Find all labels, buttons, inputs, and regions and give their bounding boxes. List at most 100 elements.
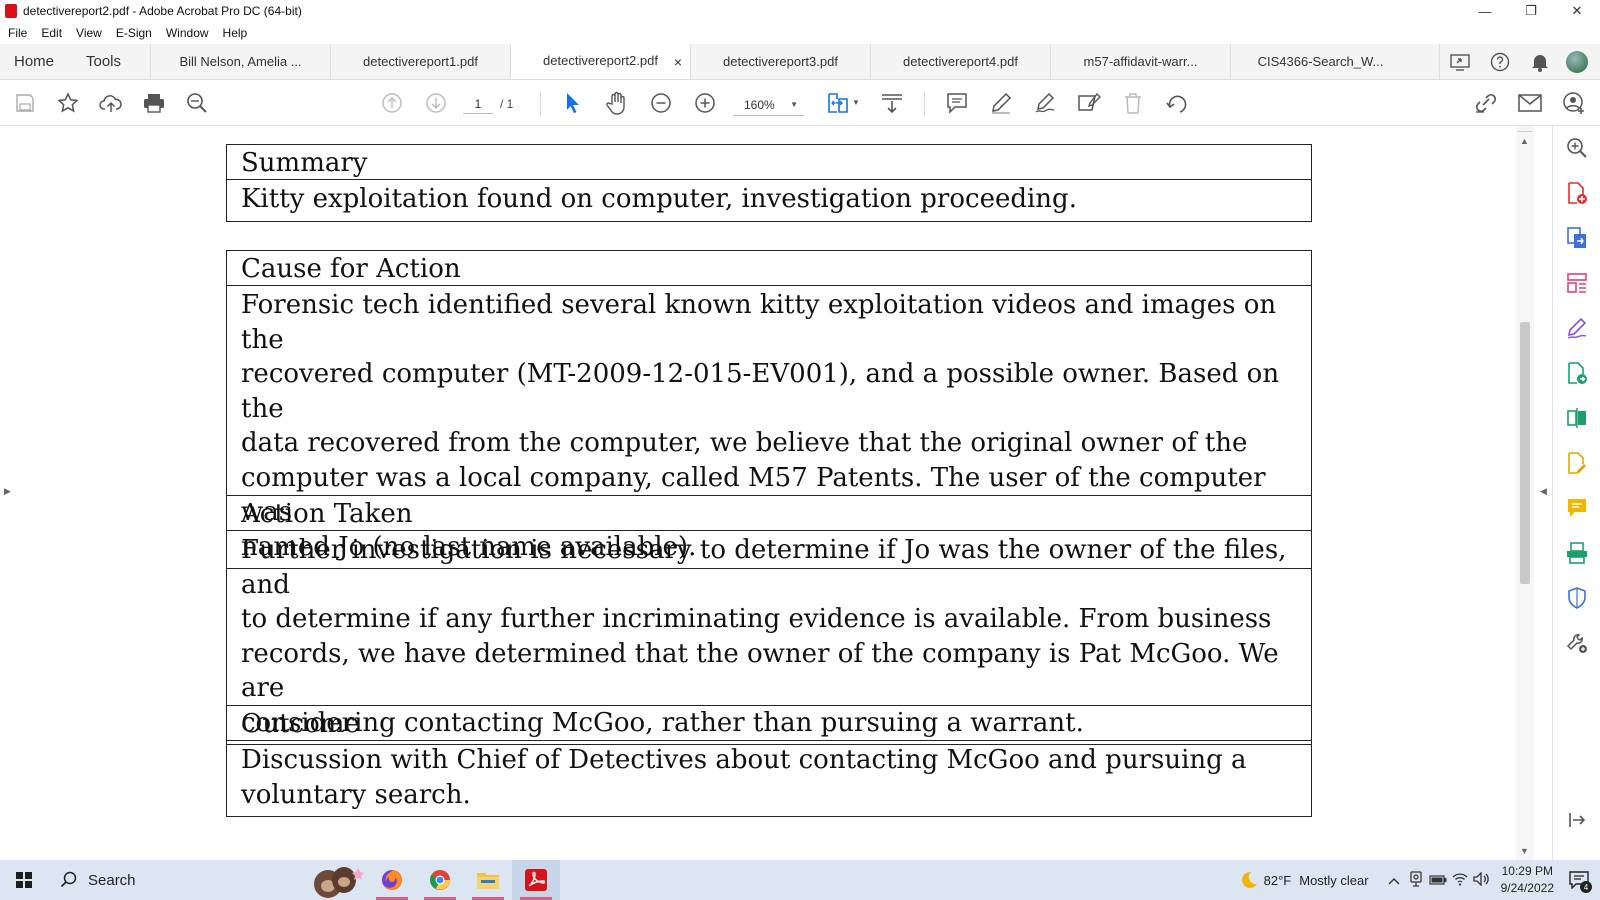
document-viewport[interactable]: Summary Kitty exploitation found on comp…: [0, 126, 1552, 860]
scan-ocr-icon[interactable]: [1565, 541, 1589, 565]
share-screen-icon[interactable]: [1440, 53, 1480, 71]
select-cursor-icon[interactable]: [561, 91, 585, 115]
battery-icon[interactable]: [1427, 873, 1449, 888]
protect-shield-icon[interactable]: [1565, 586, 1589, 610]
edit-text-icon[interactable]: [1077, 91, 1101, 115]
action-center-button[interactable]: 4: [1566, 867, 1592, 893]
fill-sign-icon[interactable]: [1565, 316, 1589, 340]
share-people-icon[interactable]: [1562, 91, 1586, 115]
menu-bar: File Edit View E-Sign Window Help: [0, 22, 1600, 44]
print-icon[interactable]: [142, 91, 166, 115]
combine-files-icon[interactable]: [1565, 361, 1589, 385]
start-button[interactable]: [0, 860, 48, 900]
left-panel-toggle-icon[interactable]: ▶: [4, 486, 11, 497]
weather-description: Mostly clear: [1299, 872, 1369, 888]
comment-icon[interactable]: [945, 91, 969, 115]
zoom-in-icon[interactable]: [693, 91, 717, 115]
close-tab-icon[interactable]: ×: [674, 54, 682, 70]
zoom-out-icon[interactable]: [649, 91, 673, 115]
user-avatar[interactable]: [1566, 50, 1588, 73]
show-hidden-icons-chevron-icon[interactable]: [1383, 873, 1405, 888]
doc-tab-detectivereport1[interactable]: detectivereport1.pdf: [330, 44, 510, 79]
title-bar: detectivereport2.pdf - Adobe Acrobat Pro…: [0, 0, 1600, 22]
collapse-pane-icon[interactable]: [1565, 808, 1589, 832]
close-window-button[interactable]: ✕: [1554, 0, 1600, 22]
create-pdf-icon[interactable]: [1565, 181, 1589, 205]
bookmark-star-icon[interactable]: [56, 91, 80, 115]
menu-help[interactable]: Help: [223, 26, 248, 40]
share-link-icon[interactable]: [1474, 91, 1498, 115]
menu-file[interactable]: File: [8, 26, 27, 40]
zoom-level-dropdown[interactable]: 160% ▼: [734, 94, 804, 116]
taskbar-search-box[interactable]: Search: [48, 860, 368, 900]
body-line: records, we have determined that the own…: [241, 638, 1279, 704]
wifi-icon[interactable]: [1449, 872, 1471, 889]
scroll-up-arrow-icon[interactable]: ▲: [1520, 136, 1529, 146]
menu-window[interactable]: Window: [166, 26, 209, 40]
doc-tab-cis4366[interactable]: CIS4366-Search_W...: [1230, 44, 1410, 79]
doc-tab-bill-nelson[interactable]: Bill Nelson, Amelia ...: [150, 44, 330, 79]
highlight-pen-icon[interactable]: [989, 91, 1013, 115]
toolbar-divider: [540, 92, 541, 116]
section-body: Discussion with Chief of Detectives abou…: [227, 741, 1311, 816]
doc-tab-detectivereport4[interactable]: detectivereport4.pdf: [870, 44, 1050, 79]
comment-pane-icon[interactable]: [1565, 496, 1589, 520]
fit-page-icon[interactable]: [826, 91, 850, 115]
next-page-icon[interactable]: [424, 91, 448, 115]
zoom-level-value: 160%: [744, 97, 775, 112]
notification-count-badge: 4: [1580, 881, 1592, 893]
hand-tool-icon[interactable]: [605, 91, 629, 115]
email-icon[interactable]: [1518, 91, 1542, 115]
body-line: voluntary search.: [241, 779, 471, 810]
menu-esign[interactable]: E-Sign: [116, 26, 152, 40]
menu-view[interactable]: View: [76, 26, 102, 40]
save-icon[interactable]: [13, 91, 37, 115]
scrollbar-top-line: [1518, 126, 1532, 132]
doc-tab-m57-affidavit[interactable]: m57-affidavit-warr...: [1050, 44, 1230, 79]
vertical-scrollbar[interactable]: ▲ ▼: [1516, 126, 1534, 860]
doc-tab-detectivereport2[interactable]: detectivereport2.pdf ×: [510, 44, 690, 79]
tab-home[interactable]: Home: [0, 44, 72, 79]
section-summary: Summary Kitty exploitation found on comp…: [226, 144, 1312, 222]
search-label: Search: [88, 871, 136, 889]
body-line: to determine if any further incriminatin…: [241, 604, 1272, 634]
request-signatures-icon[interactable]: [1565, 451, 1589, 475]
tab-tools[interactable]: Tools: [72, 44, 150, 79]
more-tools-icon[interactable]: [1565, 631, 1589, 655]
previous-page-icon[interactable]: [380, 91, 404, 115]
restore-button[interactable]: ❐: [1508, 0, 1554, 22]
notifications-bell-icon[interactable]: [1520, 52, 1560, 72]
minimize-button[interactable]: —: [1462, 0, 1508, 22]
taskbar-firefox[interactable]: [368, 860, 416, 900]
scroll-down-arrow-icon[interactable]: ▼: [1520, 846, 1529, 856]
rotate-icon[interactable]: [1165, 91, 1189, 115]
taskbar-chrome[interactable]: [416, 860, 464, 900]
fit-options-chevron-icon[interactable]: ▼: [852, 98, 860, 107]
scroll-mode-icon[interactable]: [880, 91, 904, 115]
scrollbar-thumb[interactable]: [1520, 322, 1530, 584]
weather-widget[interactable]: 82°F Mostly clear: [1240, 871, 1369, 889]
main-toolbar: / 1 160% ▼ ▼: [0, 80, 1600, 126]
export-pdf-icon[interactable]: [1565, 226, 1589, 250]
taskbar-clock[interactable]: 10:29 PM 9/24/2022: [1501, 863, 1554, 897]
tab-bar: Home Tools Bill Nelson, Amelia ... detec…: [0, 44, 1600, 80]
taskbar-acrobat[interactable]: [512, 860, 560, 900]
delete-trash-icon[interactable]: [1121, 91, 1145, 115]
zoom-search-icon[interactable]: [1565, 136, 1589, 160]
right-panel-toggle-icon[interactable]: ◀: [1540, 486, 1547, 497]
menu-edit[interactable]: Edit: [41, 26, 62, 40]
toolbar-divider: [924, 92, 925, 116]
upload-cloud-icon[interactable]: [99, 91, 123, 115]
organize-pages-icon[interactable]: [1565, 271, 1589, 295]
help-icon[interactable]: [1480, 52, 1520, 72]
compare-files-icon[interactable]: [1565, 406, 1589, 430]
section-heading: Outcome: [227, 706, 1311, 741]
draw-icon[interactable]: [1033, 91, 1057, 115]
doc-tab-detectivereport3[interactable]: detectivereport3.pdf: [690, 44, 870, 79]
meet-now-camera-icon[interactable]: [1405, 870, 1427, 890]
window-title: detectivereport2.pdf - Adobe Acrobat Pro…: [23, 4, 302, 18]
volume-speaker-icon[interactable]: [1471, 870, 1493, 889]
search-zoom-icon[interactable]: [185, 91, 209, 115]
taskbar-file-explorer[interactable]: [464, 860, 512, 900]
page-number-input[interactable]: [463, 94, 493, 114]
